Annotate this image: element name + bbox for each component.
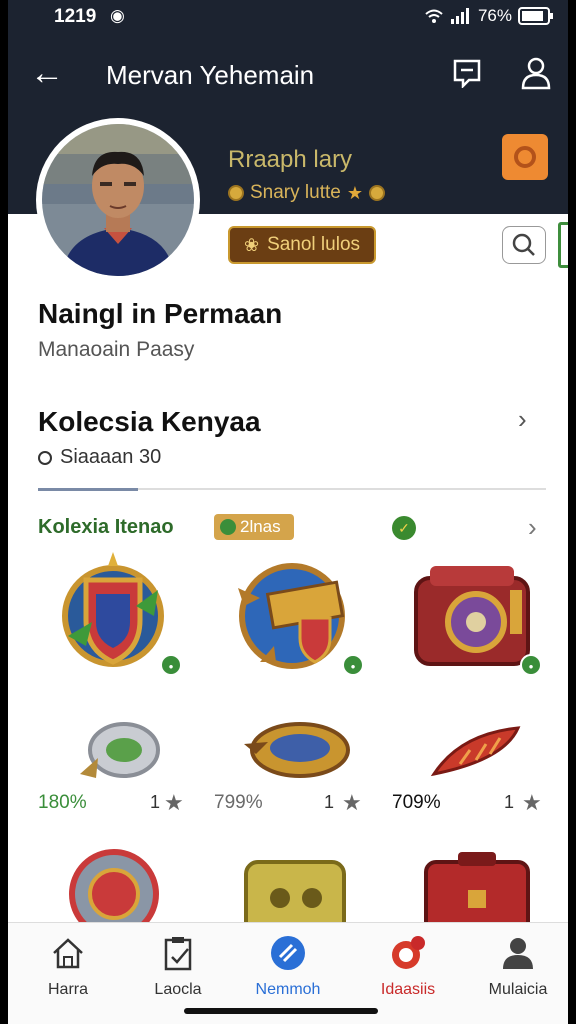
notification-icon: ◉ xyxy=(110,6,125,25)
nav-label: Harra xyxy=(47,981,88,998)
collection-item-shield[interactable] xyxy=(58,550,168,674)
ring-emblem-icon xyxy=(69,849,159,922)
orange-action-button[interactable] xyxy=(502,134,548,180)
check-badge-icon: ✓ xyxy=(392,516,416,540)
battery-percent: 76% xyxy=(477,6,512,25)
alert-badge-icon xyxy=(392,936,425,969)
status-icons: 76% xyxy=(424,6,554,26)
nav-item-profile[interactable]: Mulaicia xyxy=(468,923,568,1013)
sparkle-icon: ❀ xyxy=(243,234,260,255)
nav-label: Mulaicia xyxy=(488,981,548,998)
avatar[interactable] xyxy=(36,118,200,282)
season-label: Siaaaan 30 xyxy=(60,446,162,468)
home-icon xyxy=(53,938,83,969)
nav-label: Laocla xyxy=(154,981,202,998)
side-panel-tab[interactable] xyxy=(558,222,568,268)
radio-circle-icon xyxy=(38,450,52,465)
collection-item-bronze-badge[interactable] xyxy=(242,718,352,782)
ring-icon xyxy=(514,146,536,168)
collection-item-gold-case[interactable] xyxy=(240,852,350,922)
player-photo xyxy=(42,124,194,276)
nav-item-active[interactable]: Nemmoh xyxy=(238,923,338,1013)
person-icon xyxy=(503,938,533,969)
clipboard-icon xyxy=(164,937,192,971)
star-icon: ★ xyxy=(522,790,542,815)
item-count: 1 xyxy=(150,792,161,812)
star-icon: ★ xyxy=(164,790,184,815)
collection-item-silver-badge[interactable] xyxy=(78,718,162,782)
nav-item-tasks[interactable]: Laocla xyxy=(128,923,228,1013)
section-subtitle-primary: Manaoain Paasy xyxy=(38,338,195,361)
collection-title: Kolexia Itenao xyxy=(38,516,174,538)
battery-icon xyxy=(518,7,553,25)
gold-case-icon xyxy=(244,860,346,922)
wifi-icon xyxy=(425,9,443,23)
back-arrow-icon[interactable]: ← xyxy=(30,56,64,90)
nav-label: Idaasiis xyxy=(380,981,436,998)
owned-badge-icon: • xyxy=(342,654,364,676)
nav-label: Nemmoh xyxy=(255,981,321,998)
collection-item-ring-emblem[interactable] xyxy=(66,846,162,922)
item-count: 1 xyxy=(504,792,515,812)
shield-emblem-icon xyxy=(62,552,164,667)
item-percent: 180% xyxy=(38,792,87,813)
status-bar: 1219 ◉ 76% xyxy=(8,0,568,34)
blue-badge-icon xyxy=(271,936,305,970)
status-time: 1219 xyxy=(54,6,97,27)
profile-subtitle: Snary lutte xyxy=(250,182,341,203)
star-icon: ★ xyxy=(346,182,363,203)
message-icon[interactable] xyxy=(452,58,482,88)
red-bag-icon xyxy=(424,852,530,922)
item-count: 1 xyxy=(324,792,335,812)
signal-icon xyxy=(450,8,469,24)
collection-badge: 2lnas xyxy=(214,514,294,540)
star-icon: ★ xyxy=(342,790,362,815)
gold-button-label: Sanol lulos xyxy=(267,234,361,255)
nav-item-alerts[interactable]: Idaasiis xyxy=(358,923,458,1013)
chevron-right-icon[interactable]: › xyxy=(528,512,537,543)
page-title: Mervan Yehemain xyxy=(106,60,315,90)
nav-item-home[interactable]: Harra xyxy=(18,923,118,1013)
collection-badge-label: 2lnas xyxy=(240,517,281,536)
collection-item-emblem[interactable] xyxy=(230,558,360,674)
treasure-case-icon xyxy=(414,566,530,666)
profile-subtitle-row: Snary lutte ★ xyxy=(228,182,385,204)
section-title-collection[interactable]: Kolecsia Kenyaa xyxy=(38,406,261,438)
app-screen: 1219 ◉ 76% ← Mervan Yehemain Rraaph lary… xyxy=(8,0,568,1024)
search-button[interactable] xyxy=(502,226,546,264)
section-title-primary: Naingl in Permaan xyxy=(38,298,283,329)
owned-badge-icon: • xyxy=(520,654,542,676)
round-emblem-icon xyxy=(238,563,345,669)
profile-name: Rraaph lary xyxy=(228,146,353,173)
tab-indicator xyxy=(38,488,138,491)
item-percent: 709% xyxy=(392,792,441,813)
tab-divider xyxy=(38,488,546,491)
gold-action-button[interactable]: ❀ Sanol lulos xyxy=(228,226,376,264)
profile-icon[interactable] xyxy=(520,56,552,90)
bronze-medal-icon xyxy=(244,722,350,778)
season-row: Siaaaan 30 xyxy=(38,446,161,469)
collection-item-red-wing[interactable] xyxy=(430,720,526,780)
collection-item-case[interactable] xyxy=(410,560,534,672)
coin-icon xyxy=(368,185,385,201)
home-indicator[interactable] xyxy=(184,1008,378,1014)
collection-item-red-bag[interactable] xyxy=(422,850,532,922)
red-wing-icon xyxy=(430,726,521,777)
coin-icon xyxy=(228,185,244,201)
silver-medal-icon xyxy=(80,722,160,778)
search-icon xyxy=(512,233,535,256)
leaf-icon xyxy=(220,519,236,535)
app-bar: ← Mervan Yehemain xyxy=(8,44,568,108)
owned-badge-icon: • xyxy=(160,654,182,676)
item-percent: 799% xyxy=(214,792,263,813)
chevron-right-icon[interactable]: › xyxy=(518,404,527,435)
